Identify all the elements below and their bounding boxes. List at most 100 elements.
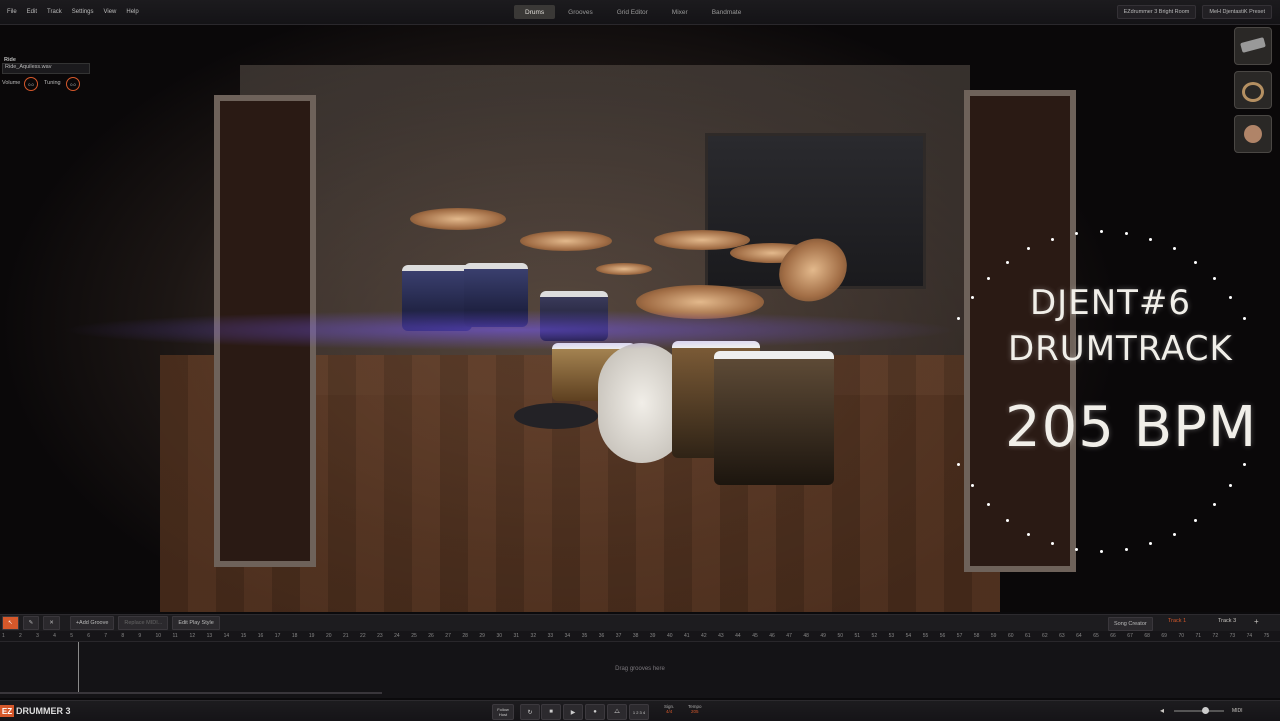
cymbal-splash[interactable]	[596, 263, 652, 275]
sample-select[interactable]: Ride_Aquiless.wav	[2, 63, 90, 74]
ruler-bar-number: 50	[837, 633, 843, 639]
replace-midi-button[interactable]: Replace MIDI...	[118, 616, 169, 630]
percussion-hand-button[interactable]	[1234, 115, 1272, 153]
tab-grid-editor[interactable]: Grid Editor	[606, 5, 659, 19]
drag-grooves-hint: Drag grooves here	[615, 666, 665, 672]
ruler-bar-number: 15	[240, 633, 247, 639]
bar-ruler[interactable]: 1 2 3 4 5 6 7 8 9 10 11 12 13 14 15 16 17 18 19 20 21 22 23 24 2…	[0, 631, 1280, 642]
play-icon: ▶	[570, 709, 576, 716]
ruler-bar-number: 65	[1093, 633, 1099, 639]
ring-dot	[1229, 484, 1233, 488]
tab-bandmate[interactable]: Bandmate	[701, 5, 753, 19]
ruler-bar-number: 20	[325, 633, 332, 639]
tab-drums[interactable]: Drums	[514, 5, 556, 19]
record-icon: ●	[593, 709, 597, 715]
song-creator-button[interactable]: Song Creator	[1108, 617, 1153, 631]
menu-settings[interactable]: Settings	[67, 9, 99, 15]
ruler-bar-number: 37	[615, 633, 622, 639]
ruler-bar-number: 35	[581, 633, 588, 639]
ring-dot	[1213, 276, 1217, 280]
time-signature[interactable]: Sign. 4/4	[664, 704, 674, 714]
tempo-field[interactable]: Tempo 205	[688, 704, 702, 714]
menu-edit[interactable]: Edit	[22, 9, 42, 15]
metronome-button[interactable]: ⧍	[607, 704, 627, 720]
add-groove-button[interactable]: + Add Groove	[69, 616, 115, 630]
kit-preset-select[interactable]: MeH DjentastiK Preset	[1202, 5, 1272, 19]
ruler-bar-number: 51	[854, 633, 861, 639]
ruler-bar-number: 44	[735, 633, 741, 639]
ring-dot	[986, 503, 990, 507]
floor-tom-2[interactable]	[714, 351, 834, 485]
menu-track[interactable]: Track	[42, 9, 67, 15]
menu-view[interactable]: View	[98, 9, 121, 15]
ruler-bar-number: 34	[564, 633, 571, 639]
edit-play-style-button[interactable]: Edit Play Style	[172, 616, 220, 630]
ruler-bar-number: 25	[411, 633, 417, 639]
drum-throne	[514, 403, 598, 429]
overlay-title: DJENT#6	[1030, 283, 1192, 323]
add-track-button[interactable]: +	[1254, 617, 1259, 626]
ruler-bar-number: 46	[769, 633, 775, 639]
time-sig-value: 4/4	[666, 709, 673, 714]
ruler-bar-number: 2	[19, 633, 22, 639]
scissors-icon: ✕	[49, 620, 54, 626]
ruler-bar-number: 71	[1195, 633, 1202, 639]
app-logo-text: DRUMMER 3	[16, 706, 71, 716]
menu-file[interactable]: File	[2, 9, 22, 15]
room-preset-select[interactable]: EZdrummer 3 Bright Room	[1116, 5, 1197, 19]
replace-midi-label: Replace MIDI...	[124, 620, 163, 626]
pointer-tool-button[interactable]: ↖	[2, 616, 19, 630]
cut-tool-button[interactable]: ✕	[43, 616, 60, 630]
volume-knob[interactable]: 0.0	[24, 77, 38, 91]
ruler-bar-number: 6	[87, 633, 91, 639]
track-timeline[interactable]: Drag grooves here	[0, 642, 1280, 698]
ruler-bar-number: 67	[1127, 633, 1133, 639]
percussion-cowbell-button[interactable]	[1234, 27, 1272, 65]
menu-help[interactable]: Help	[121, 9, 143, 15]
stop-button[interactable]: ■	[541, 704, 561, 720]
ruler-bar-number: 11	[172, 633, 178, 639]
pointer-icon: ↖	[8, 620, 13, 626]
ring-dot	[1213, 503, 1217, 507]
ring-dot	[1172, 532, 1176, 536]
tab-grooves[interactable]: Grooves	[557, 5, 604, 19]
ruler-bar-number: 4	[53, 633, 56, 639]
ruler-bar-number: 68	[1144, 633, 1150, 639]
tuning-knob[interactable]: 0.0	[66, 77, 80, 91]
ruler-bar-number: 3	[36, 633, 39, 639]
ring-dot	[970, 484, 974, 488]
ring-dot	[1050, 542, 1054, 546]
volume-slider-handle[interactable]	[1202, 707, 1209, 714]
preset-selectors: EZdrummer 3 Bright Room MeH DjentastiK P…	[1116, 5, 1272, 19]
timeline-toolbar: ↖ ✎ ✕ + Add Groove Replace MIDI... Edit …	[0, 614, 1280, 631]
cymbal-crash-2[interactable]	[520, 231, 612, 251]
loop-button[interactable]: ↻	[520, 704, 540, 720]
track-3-tab[interactable]: Track 3	[1218, 618, 1236, 624]
pencil-tool-button[interactable]: ✎	[22, 616, 40, 630]
ring-dot	[1149, 237, 1153, 241]
ruler-bar-number: 45	[752, 633, 758, 639]
follow-host-button[interactable]: Follow Host	[492, 704, 514, 720]
ruler-bar-number: 16	[257, 633, 264, 639]
ring-dot	[1100, 230, 1103, 233]
tab-mixer[interactable]: Mixer	[661, 5, 699, 19]
count-in-button[interactable]: 1 2 3 4	[629, 704, 649, 720]
hand-icon	[1244, 125, 1262, 143]
ring-dot	[1074, 231, 1078, 235]
ruler-bar-number: 38	[632, 633, 639, 639]
track-1-tab[interactable]: Track 1	[1168, 618, 1186, 624]
percussion-tambourine-button[interactable]	[1234, 71, 1272, 109]
ruler-bar-number: 55	[922, 633, 929, 639]
ruler-bar-number: 74	[1246, 633, 1253, 639]
record-button[interactable]: ●	[585, 704, 605, 720]
timeline-scrollbar[interactable]	[0, 692, 382, 694]
ruler-bar-number: 72	[1212, 633, 1219, 639]
cymbal-crash-left[interactable]	[410, 208, 506, 230]
ring-dot	[1125, 548, 1129, 552]
master-volume-slider[interactable]	[1174, 707, 1224, 714]
ruler-bar-number: 47	[786, 633, 792, 639]
play-button[interactable]: ▶	[563, 704, 583, 720]
stop-icon: ■	[549, 709, 553, 715]
ruler-bar-number: 26	[428, 633, 434, 639]
ruler-bar-number: 19	[308, 633, 315, 639]
